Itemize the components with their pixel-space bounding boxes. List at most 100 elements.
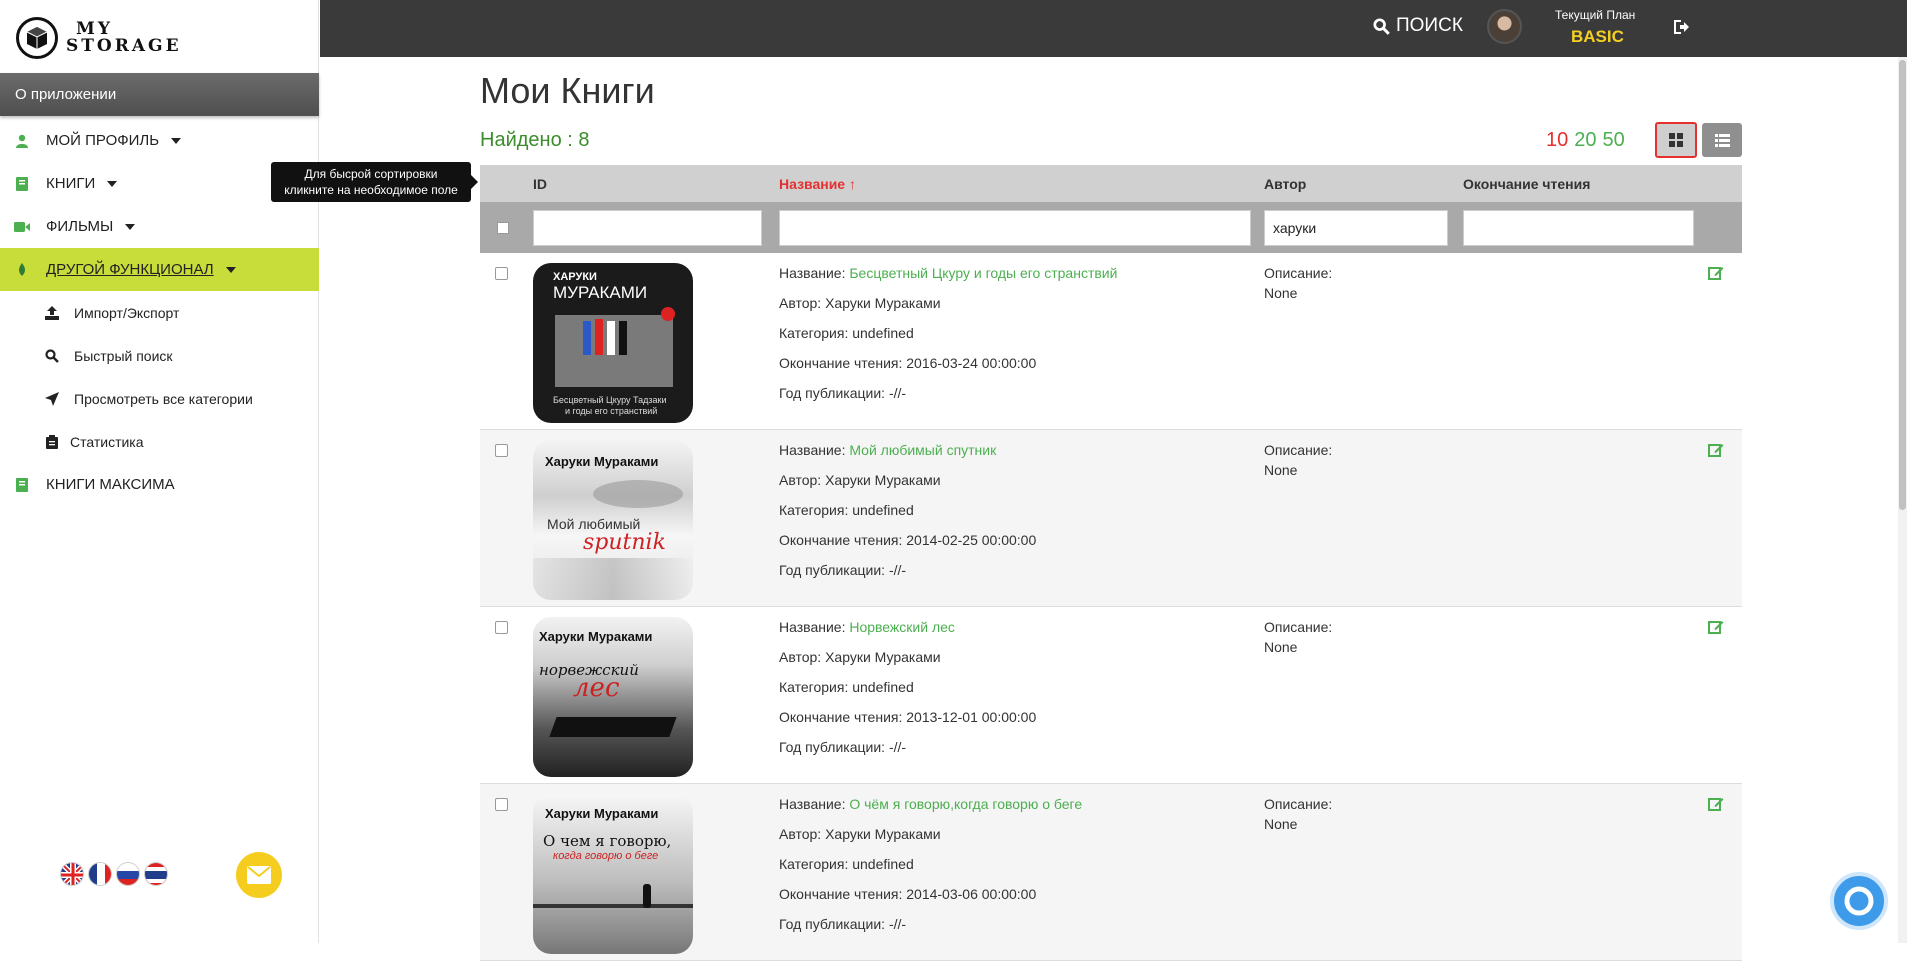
select-all-checkbox[interactable] xyxy=(497,221,509,234)
field-label: Название: xyxy=(779,442,846,458)
page-title: Мои Книги xyxy=(480,70,655,111)
cover-art xyxy=(583,321,591,355)
book-finished: 2014-02-25 00:00:00 xyxy=(906,532,1037,548)
grid-icon xyxy=(1669,133,1683,147)
edit-icon[interactable] xyxy=(1708,265,1724,281)
sidebar-item-other-functions[interactable]: ДРУГОЙ ФУНКЦИОНАЛ xyxy=(0,248,319,291)
book-cover[interactable]: Харуки Мураками Мой любимый sputnik xyxy=(533,440,693,600)
sidebar-item-label: МОЙ ПРОФИЛЬ xyxy=(46,132,160,149)
table-row: Харуки Мураками О чем я говорю, когда го… xyxy=(480,784,1742,961)
book-icon xyxy=(14,176,30,192)
cover-art xyxy=(595,319,603,355)
edit-icon[interactable] xyxy=(1708,442,1724,458)
chevron-down-icon xyxy=(125,223,136,230)
sidebar-subitem-statistics[interactable]: Статистика xyxy=(0,420,319,463)
field-label: Название: xyxy=(779,619,846,635)
app-logo[interactable]: MY STORAGE xyxy=(16,14,182,62)
runner-figure-icon xyxy=(643,884,651,908)
column-header-name-label: Название xyxy=(779,176,846,192)
grid-view-button[interactable] xyxy=(1655,122,1697,158)
book-description: Описание: None xyxy=(1264,794,1332,834)
lifebuoy-icon xyxy=(1844,886,1874,916)
fr-flag-icon[interactable] xyxy=(88,862,112,886)
clipboard-icon xyxy=(44,434,60,450)
column-header-name[interactable]: Название ↑ xyxy=(779,176,856,192)
row-checkbox[interactable] xyxy=(495,267,508,280)
sidebar-subitem-all-categories[interactable]: Просмотреть все категории xyxy=(0,377,319,420)
sort-tooltip: Для быcрой сортировки кликните на необхо… xyxy=(271,162,478,202)
mail-button[interactable] xyxy=(236,852,282,898)
column-header-id[interactable]: ID xyxy=(533,176,547,192)
sidebar-item-label: КНИГИ xyxy=(46,175,96,192)
upload-icon xyxy=(44,305,60,321)
logo-text: MY STORAGE xyxy=(66,21,182,55)
scrollbar-thumb[interactable] xyxy=(1899,60,1906,510)
books-table: ID Название ↑ Автор Окончание чтения ХАР… xyxy=(480,165,1742,961)
sidebar-item-profile[interactable]: МОЙ ПРОФИЛЬ xyxy=(0,119,319,162)
column-header-finished[interactable]: Окончание чтения xyxy=(1463,176,1590,192)
book-info: Название: Норвежский лес Автор: Харуки М… xyxy=(779,617,1036,767)
sidebar-subitem-import-export[interactable]: Импорт/Экспорт xyxy=(0,291,319,334)
sidebar-item-label: ФИЛЬМЫ xyxy=(46,218,114,235)
book-description: Описание: None xyxy=(1264,617,1332,657)
sidebar-item-films[interactable]: ФИЛЬМЫ xyxy=(0,205,319,248)
cover-text: и годы его странствий xyxy=(565,406,658,416)
filter-row xyxy=(480,202,1742,253)
avatar[interactable] xyxy=(1487,9,1522,44)
row-checkbox[interactable] xyxy=(495,444,508,457)
book-cover[interactable]: Харуки Мураками норвежский лес xyxy=(533,617,693,777)
per-page-10[interactable]: 10 xyxy=(1546,129,1568,152)
description-value: None xyxy=(1264,639,1298,655)
column-header-author[interactable]: Автор xyxy=(1264,176,1306,192)
edit-icon[interactable] xyxy=(1708,619,1724,635)
ru-flag-icon[interactable] xyxy=(116,862,140,886)
field-label: Автор: xyxy=(779,472,822,488)
per-page-selector: 10 20 50 xyxy=(1546,129,1625,152)
book-title-link[interactable]: Бесцветный Цкуру и годы его странствий xyxy=(849,265,1117,281)
cover-art xyxy=(533,558,693,600)
field-label: Окончание чтения: xyxy=(779,532,903,548)
row-checkbox[interactable] xyxy=(495,621,508,634)
filter-author-input[interactable] xyxy=(1264,210,1448,246)
about-app-link[interactable]: О приложении xyxy=(0,73,319,116)
plan-value[interactable]: BASIC xyxy=(1571,27,1624,47)
book-cover[interactable]: ХАРУКИ МУРАКАМИ Бесцветный Цкуру Тадзаки… xyxy=(533,263,693,423)
per-page-20[interactable]: 20 xyxy=(1574,129,1596,152)
field-label: Окончание чтения: xyxy=(779,355,903,371)
book-cover[interactable]: Харуки Мураками О чем я говорю, когда го… xyxy=(533,794,693,954)
cover-text: Бесцветный Цкуру Тадзаки xyxy=(553,395,667,405)
book-title-link[interactable]: О чём я говорю,когда говорю о беге xyxy=(849,796,1082,812)
row-checkbox[interactable] xyxy=(495,798,508,811)
leaf-icon xyxy=(14,262,30,278)
cover-text: sputnik xyxy=(583,530,666,555)
per-page-50[interactable]: 50 xyxy=(1603,129,1625,152)
book-author: Харуки Мураками xyxy=(825,472,941,488)
book-title-link[interactable]: Норвежский лес xyxy=(849,619,955,635)
field-label: Описание: xyxy=(1264,442,1333,458)
sidebar-subitem-quick-search[interactable]: Быстрый поиск xyxy=(0,334,319,377)
cover-text: когда говорю о беге xyxy=(553,850,659,862)
filter-finished-input[interactable] xyxy=(1463,210,1694,246)
search-icon xyxy=(44,348,60,364)
cover-text: Харуки Мураками xyxy=(539,629,653,644)
sidebar-item-maxim-books[interactable]: КНИГИ МАКСИМА xyxy=(0,463,319,506)
book-info: Название: О чём я говорю,когда говорю о … xyxy=(779,794,1082,944)
scrollbar[interactable] xyxy=(1898,57,1907,943)
book-year: -//- xyxy=(888,916,907,932)
filter-name-input[interactable] xyxy=(779,210,1251,246)
cover-art xyxy=(533,904,693,908)
edit-icon[interactable] xyxy=(1708,796,1724,812)
book-title-link[interactable]: Мой любимый спутник xyxy=(849,442,996,458)
logout-icon[interactable] xyxy=(1672,18,1690,36)
field-label: Год публикации: xyxy=(779,739,886,755)
book-category: undefined xyxy=(852,856,914,872)
sidebar-subitem-label: Статистика xyxy=(70,433,144,450)
uk-flag-icon[interactable] xyxy=(60,862,84,886)
search-button[interactable]: ПОИСК xyxy=(1373,15,1463,37)
list-view-button[interactable] xyxy=(1702,123,1742,157)
help-button[interactable] xyxy=(1830,872,1888,930)
field-label: Категория: xyxy=(779,325,849,341)
filter-id-input[interactable] xyxy=(533,210,762,246)
th-flag-icon[interactable] xyxy=(144,862,168,886)
book-category: undefined xyxy=(852,325,914,341)
